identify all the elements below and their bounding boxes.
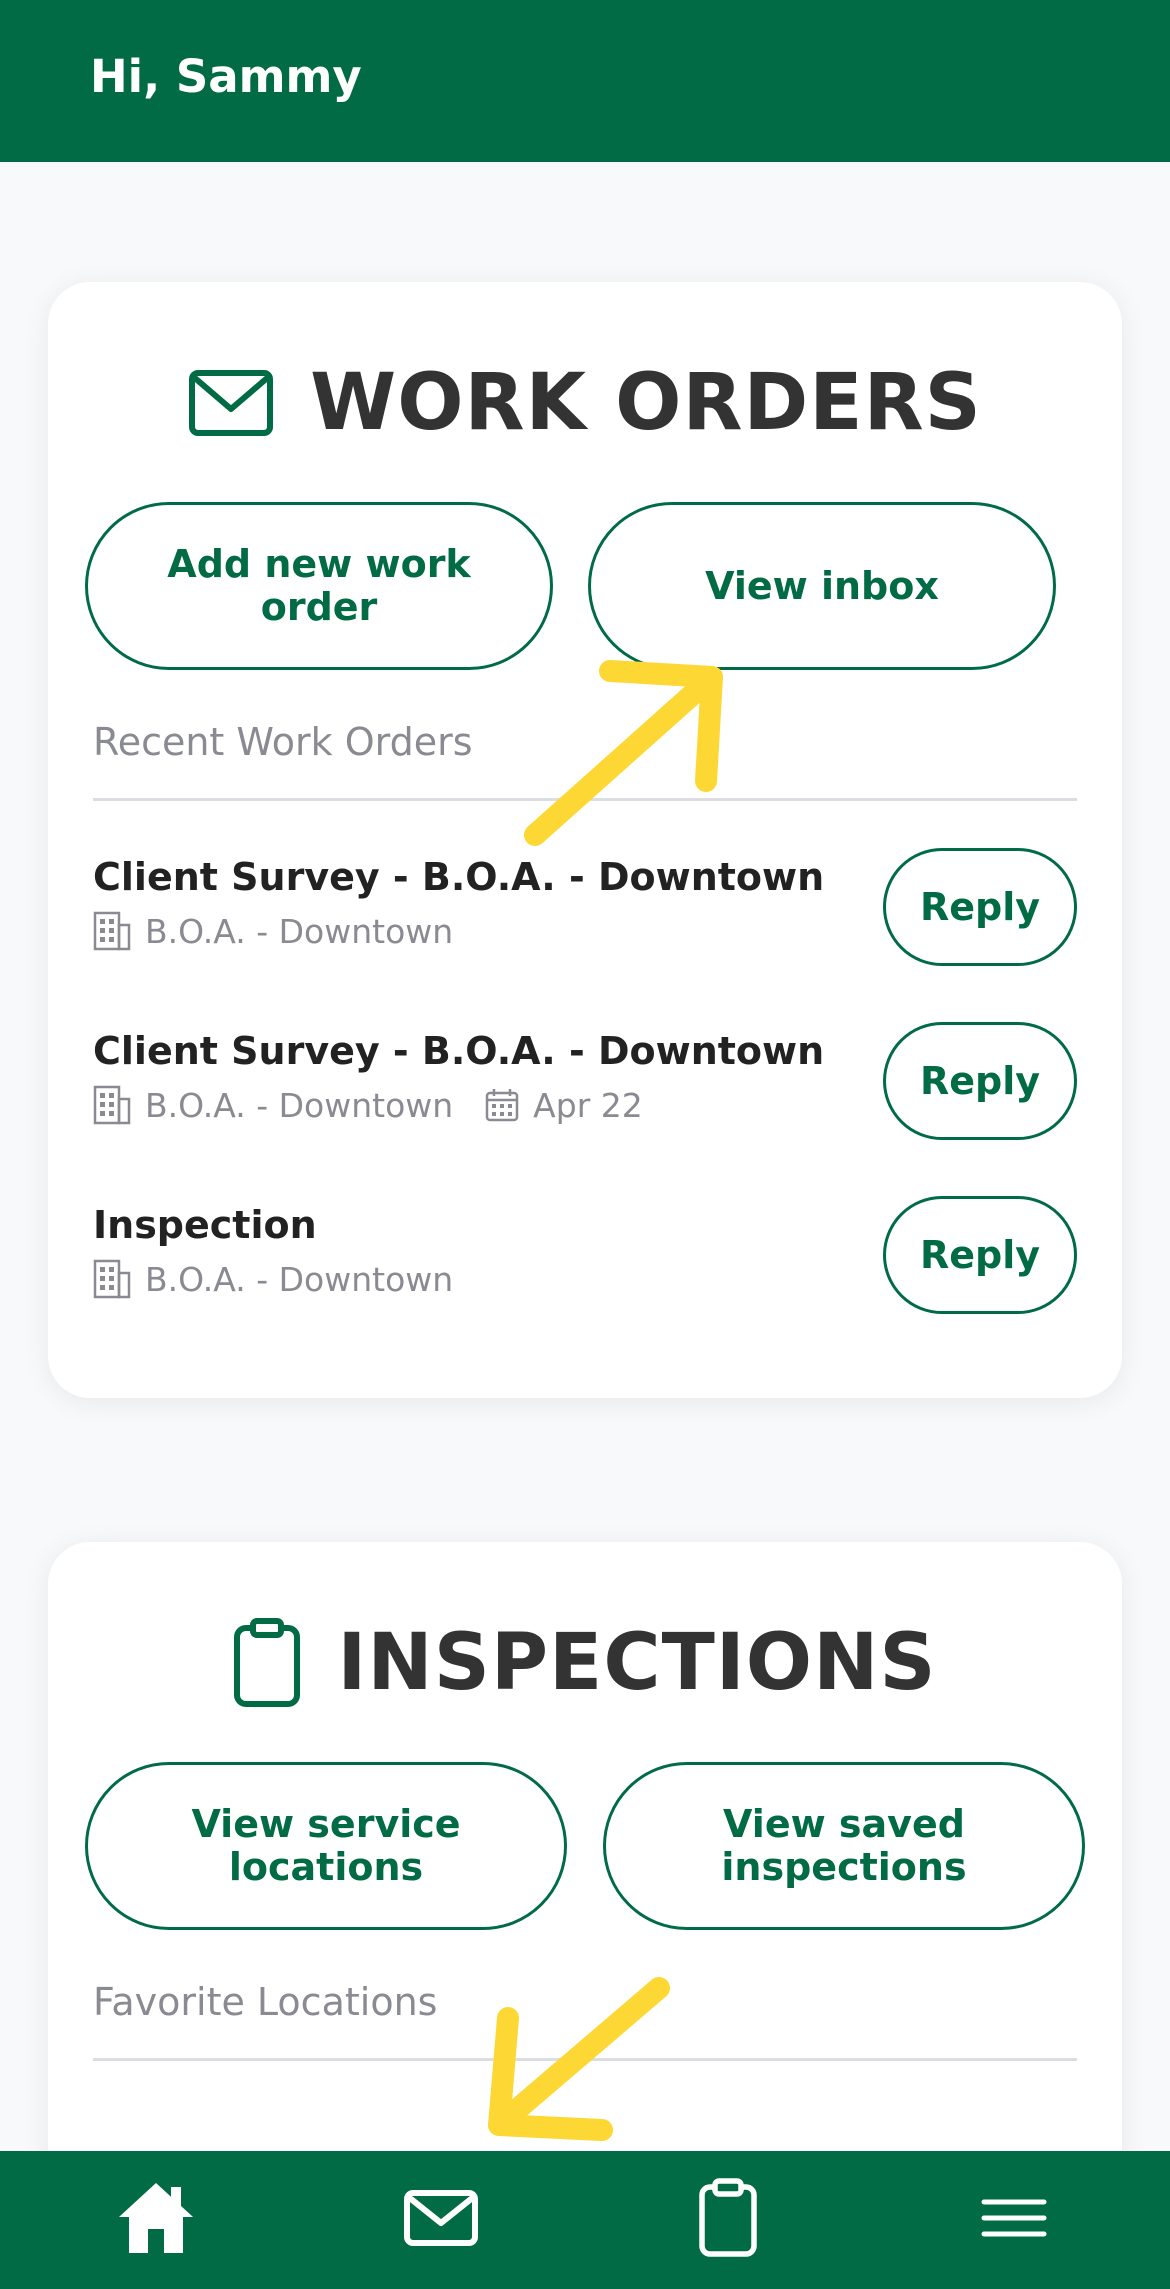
work-order-title: Client Survey - B.O.A. - Downtown [93,1029,825,1073]
nav-home[interactable] [76,2151,236,2289]
work-orders-card: WORK ORDERS Add new work order View inbo… [48,282,1122,1398]
work-order-date-text: Apr 22 [533,1085,643,1125]
envelope-icon [403,2189,479,2251]
top-header: Hi, Sammy [0,0,1170,162]
reply-button[interactable]: Reply [883,1196,1077,1314]
calendar-icon [485,1088,519,1122]
work-order-date: Apr 22 [485,1086,643,1125]
work-order-title: Client Survey - B.O.A. - Downtown [93,855,825,899]
home-icon [115,2179,197,2261]
building-icon [93,1259,131,1299]
view-inbox-button[interactable]: View inbox [588,502,1056,670]
work-orders-title: WORK ORDERS [310,358,982,448]
work-order-meta: B.O.A. - Downtown [93,1259,453,1299]
work-order-row[interactable]: Inspection B.O.A. - Downtown Reply [93,1196,1077,1363]
clipboard-icon [233,1618,301,1708]
work-order-row[interactable]: Client Survey - B.O.A. - Downtown B.O.A.… [93,1022,1077,1189]
work-order-location: B.O.A. - Downtown [145,1259,454,1299]
work-order-title: Inspection [93,1203,317,1247]
building-icon [93,911,131,951]
recent-work-orders-label: Recent Work Orders [93,720,473,764]
inspections-heading: INSPECTIONS [48,1608,1122,1718]
add-new-work-order-button[interactable]: Add new work order [85,502,553,670]
work-orders-heading: WORK ORDERS [48,348,1122,458]
view-service-locations-button[interactable]: View service locations [85,1762,567,1930]
nav-inbox[interactable] [361,2151,521,2289]
greeting-text: Hi, Sammy [90,50,362,103]
work-order-location: B.O.A. - Downtown [145,911,454,951]
home-screen: Hi, Sammy WORK ORDERS Add new work order… [0,0,1170,2289]
reply-button[interactable]: Reply [883,1022,1077,1140]
favorite-locations-label: Favorite Locations [93,1980,438,2024]
section-divider [93,2058,1077,2061]
work-order-row[interactable]: Client Survey - B.O.A. - Downtown B.O.A.… [93,848,1077,1015]
menu-icon [981,2198,1047,2242]
clipboard-icon [698,2178,758,2262]
work-order-meta: B.O.A. - Downtown [93,911,453,951]
building-icon [93,1085,131,1125]
work-order-location: B.O.A. - Downtown [145,1085,454,1125]
nav-inspections[interactable] [648,2151,808,2289]
inspections-title: INSPECTIONS [337,1618,937,1708]
work-order-meta: B.O.A. - Downtown Apr 22 [93,1085,643,1125]
nav-menu[interactable] [934,2151,1094,2289]
bottom-nav [0,2151,1170,2289]
view-saved-inspections-button[interactable]: View saved inspections [603,1762,1085,1930]
reply-button[interactable]: Reply [883,848,1077,966]
envelope-icon [188,369,274,437]
section-divider [93,798,1077,801]
